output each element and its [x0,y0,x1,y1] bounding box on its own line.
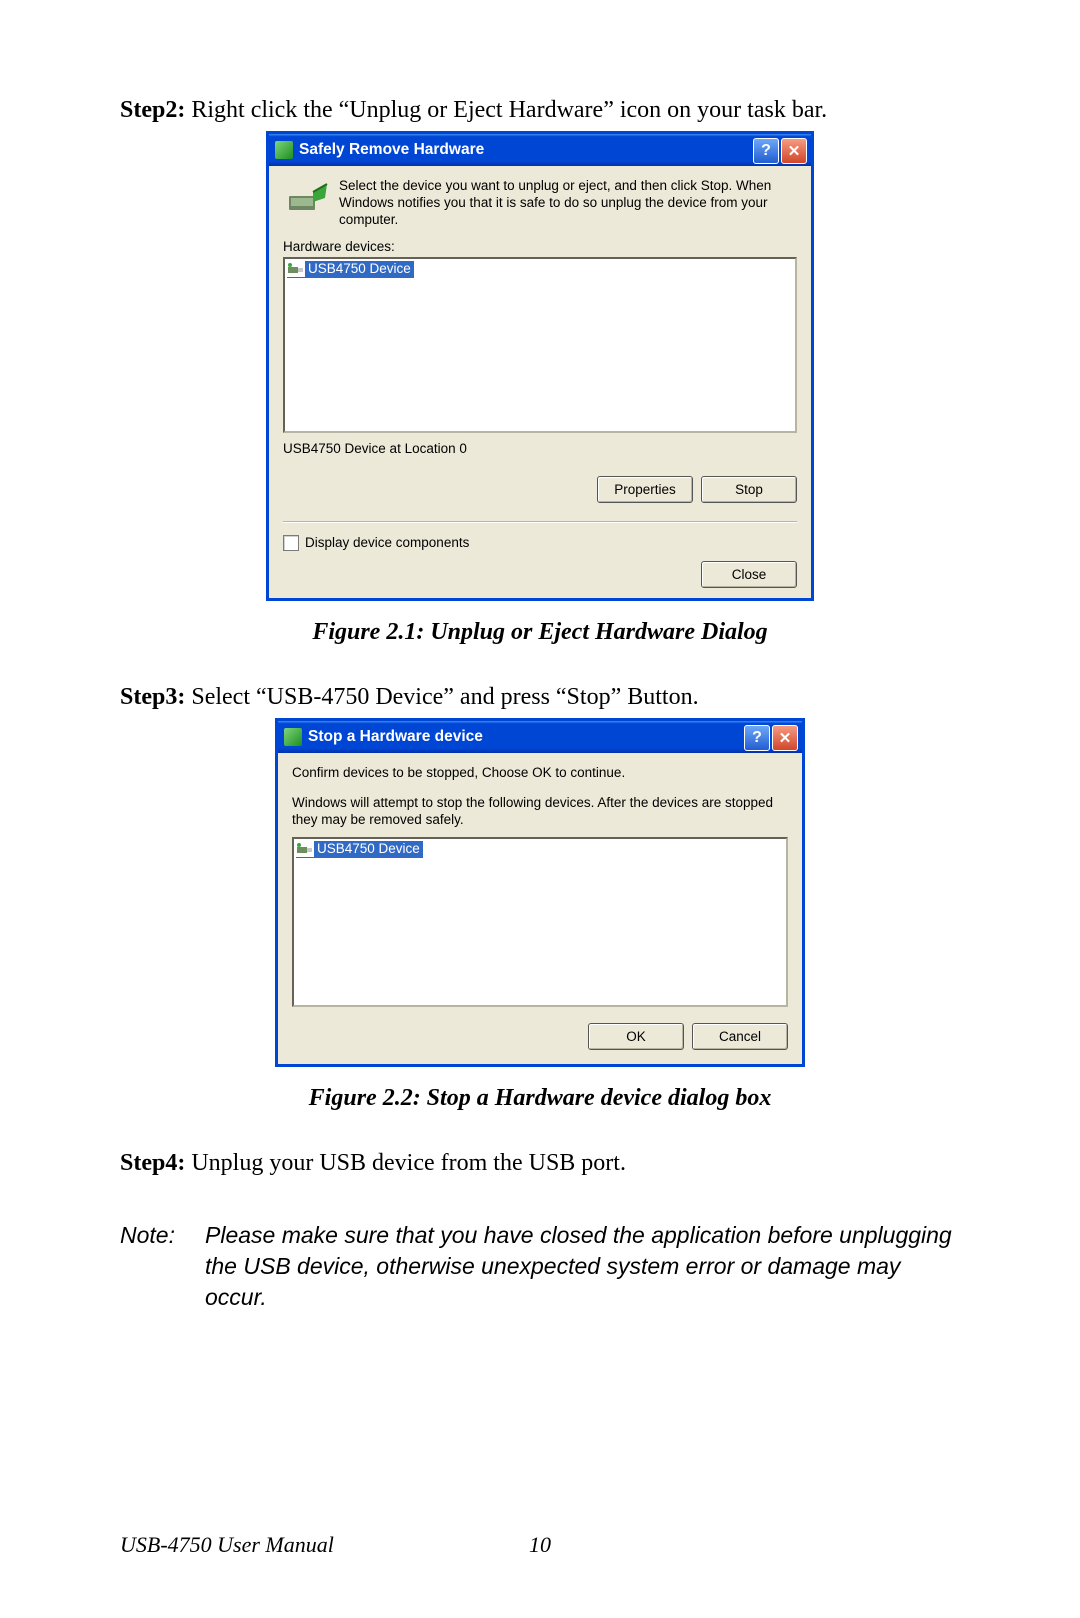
separator [283,521,797,523]
step3-line: Step3: Select “USB-4750 Device” and pres… [120,682,960,712]
list-item[interactable]: USB4750 Device [287,261,414,278]
device-icon [296,841,314,857]
hardware-icon [275,141,293,159]
page-footer: USB-4750 User Manual 10 [120,1532,960,1558]
step4-line: Step4: Unplug your USB device from the U… [120,1148,960,1178]
note-text: Please make sure that you have closed th… [205,1220,960,1313]
safely-remove-dialog: Safely Remove Hardware ? ✕ [266,131,814,601]
eject-hardware-icon [283,178,329,218]
close-dialog-button[interactable]: Close [701,561,797,588]
titlebar[interactable]: Stop a Hardware device ? ✕ [278,721,802,753]
hardware-icon [284,728,302,746]
list-item[interactable]: USB4750 Device [296,841,423,858]
step2-label: Step2: [120,97,185,123]
intro-text: Select the device you want to unplug or … [339,178,797,229]
step4-text: Unplug your USB device from the USB port… [185,1150,626,1176]
stop-hardware-dialog: Stop a Hardware device ? ✕ Confirm devic… [275,718,805,1067]
checkbox-label: Display device components [305,535,469,550]
footer-page-number: 10 [529,1532,551,1558]
help-button[interactable]: ? [753,138,779,164]
dialog-title: Safely Remove Hardware [299,141,484,159]
cancel-button[interactable]: Cancel [692,1023,788,1050]
footer-manual-name: USB-4750 User Manual [120,1532,334,1557]
device-name: USB4750 Device [308,261,411,276]
titlebar[interactable]: Safely Remove Hardware ? ✕ [269,134,811,166]
note-block: Note: Please make sure that you have clo… [120,1220,960,1313]
device-icon [287,261,305,277]
step4-label: Step4: [120,1150,185,1176]
close-button[interactable]: ✕ [772,725,798,751]
confirm-text: Confirm devices to be stopped, Choose OK… [292,765,788,780]
step2-text: Right click the “Unplug or Eject Hardwar… [185,97,827,123]
step3-label: Step3: [120,684,185,710]
help-button[interactable]: ? [744,725,770,751]
close-button[interactable]: ✕ [781,138,807,164]
device-name: USB4750 Device [317,841,420,856]
hardware-devices-list[interactable]: USB4750 Device [283,257,797,433]
figure-2-1-caption: Figure 2.1: Unplug or Eject Hardware Dia… [120,619,960,646]
dialog-title: Stop a Hardware device [308,728,483,746]
step2-line: Step2: Right click the “Unplug or Eject … [120,95,960,125]
stop-devices-list[interactable]: USB4750 Device [292,837,788,1007]
stop-button[interactable]: Stop [701,476,797,503]
list-label: Hardware devices: [283,239,797,254]
display-components-checkbox[interactable] [283,535,299,551]
step3-text: Select “USB-4750 Device” and press “Stop… [185,684,698,710]
device-status: USB4750 Device at Location 0 [283,441,797,456]
attempt-text: Windows will attempt to stop the followi… [292,794,788,829]
figure-2-2-caption: Figure 2.2: Stop a Hardware device dialo… [120,1085,960,1112]
note-label: Note: [120,1220,205,1313]
ok-button[interactable]: OK [588,1023,684,1050]
properties-button[interactable]: Properties [597,476,693,503]
